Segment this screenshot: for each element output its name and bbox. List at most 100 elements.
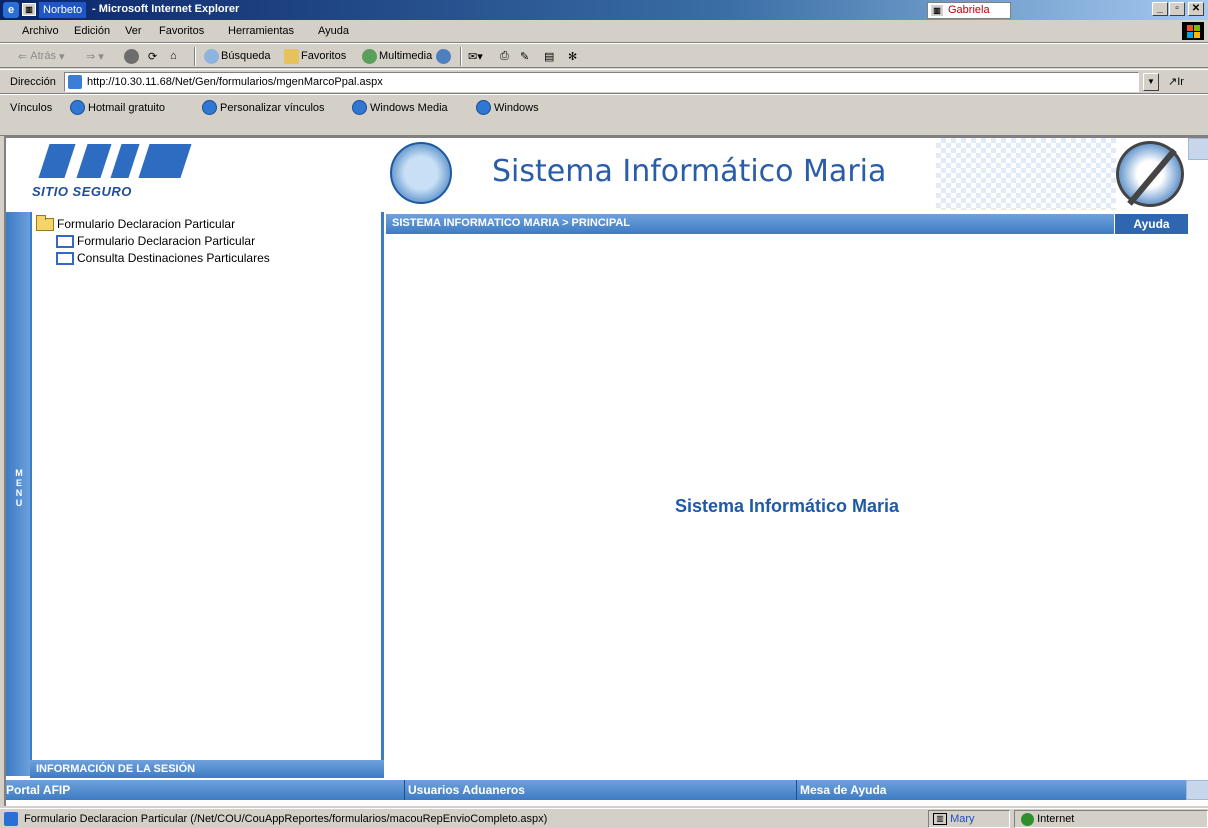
menu-strip[interactable]: M E N U — [6, 212, 30, 776]
multimedia-button[interactable]: Multimedia — [362, 48, 432, 64]
standard-toolbar: ⇐ Atrás ▾ ⇒ ▾ ⟳ ⌂ Búsqueda Favoritos Mul… — [0, 43, 1208, 68]
forward-button[interactable]: ⇒ ▾ — [86, 48, 104, 64]
favorites-icon — [284, 48, 299, 64]
link-windows-media[interactable]: Windows Media — [352, 100, 448, 115]
address-label: Dirección — [10, 76, 56, 88]
favorites-label: Favoritos — [301, 50, 347, 62]
messenger-button[interactable]: ✻ — [568, 48, 577, 64]
edit-icon: ✎ — [520, 50, 530, 63]
link-windows[interactable]: Windows — [476, 100, 539, 115]
page-icon — [68, 75, 82, 89]
back-arrow-icon: ⇐ — [18, 50, 28, 63]
footer-bar: Portal AFIP Usuarios Aduaneros Mesa de A… — [6, 780, 1208, 800]
session-info-bar[interactable]: INFORMACIÓN DE LA SESIÓN — [30, 760, 384, 778]
user-tag-icon: ▥ — [933, 813, 947, 826]
go-button[interactable]: ↗Ir — [1168, 75, 1184, 88]
banner-decoration — [936, 138, 1116, 210]
link-personalizar[interactable]: Personalizar vínculos — [202, 100, 325, 115]
status-zone-panel: Internet — [1014, 810, 1208, 828]
breadcrumb: SISTEMA INFORMATICO MARIA > PRINCIPAL — [392, 217, 631, 229]
link-windows-media-label: Windows Media — [370, 101, 448, 114]
menu-archivo[interactable]: Archivo — [22, 25, 59, 37]
right-seal-icon — [1116, 141, 1184, 207]
back-label: Atrás — [30, 50, 56, 62]
menu-edicion[interactable]: Edición — [74, 25, 110, 37]
menu-bar: Archivo Edición Ver Favoritos Herramient… — [0, 20, 1208, 43]
forward-arrow-icon: ⇒ ▾ — [86, 50, 104, 63]
links-bar: Vínculos Hotmail gratuito Personalizar v… — [0, 94, 1208, 136]
minimize-button[interactable]: _ — [1152, 2, 1168, 16]
menu-ayuda[interactable]: Ayuda — [318, 25, 349, 37]
menu-herramientas[interactable]: Herramientas — [228, 25, 294, 37]
print-button[interactable]: ⎙ — [500, 48, 509, 64]
maria-seal-icon — [390, 142, 452, 204]
mail-button[interactable]: ✉▾ — [468, 48, 483, 64]
window-tag-icon: ▥ — [22, 3, 36, 16]
refresh-button[interactable]: ⟳ — [148, 48, 157, 64]
page-frame: SITIO SEGURO Sistema Informático Maria M… — [4, 136, 1208, 806]
tree-item-consulta[interactable]: Consulta Destinaciones Particulares — [56, 251, 270, 265]
main-content: Sistema Informático Maria — [386, 234, 1188, 778]
afip-logo: SITIO SEGURO — [30, 142, 200, 202]
menu-favoritos[interactable]: Favoritos — [159, 25, 204, 37]
document-icon — [56, 234, 74, 248]
close-button[interactable]: ✕ — [1188, 2, 1204, 16]
badge-icon: ▥ — [930, 4, 944, 17]
window-title-bar: e ▥ Norbeto - Microsoft Internet Explore… — [0, 0, 1208, 20]
address-input[interactable]: http://10.30.11.68/Net/Gen/formularios/m… — [64, 72, 1139, 92]
document-icon — [56, 251, 74, 265]
scrollbar-handle[interactable] — [1188, 138, 1208, 160]
link-hotmail-label: Hotmail gratuito — [88, 101, 166, 114]
folder-open-icon — [36, 214, 54, 231]
print-icon: ⎙ — [500, 49, 509, 62]
edit-button[interactable]: ✎ — [520, 48, 529, 64]
multimedia-label: Multimedia — [379, 50, 433, 62]
address-dropdown-button[interactable]: ▼ — [1143, 73, 1159, 91]
tree-item-label: Consulta Destinaciones Particulares — [77, 251, 270, 265]
menu-letters: M E N U — [15, 468, 23, 508]
header-banner: SITIO SEGURO Sistema Informático Maria — [6, 138, 1188, 210]
ie-page-icon — [476, 100, 491, 115]
home-button[interactable]: ⌂ — [170, 48, 177, 64]
links-label: Vínculos — [10, 102, 53, 114]
favorites-button[interactable]: Favoritos — [284, 48, 346, 64]
footer-link-portal[interactable]: Portal AFIP — [6, 783, 70, 797]
restore-button[interactable]: ▫ — [1169, 2, 1185, 16]
link-hotmail[interactable]: Hotmail gratuito — [70, 100, 165, 115]
search-label: Búsqueda — [221, 50, 271, 62]
tree-root[interactable]: Formulario Declaracion Particular — [36, 214, 236, 231]
ie-page-icon — [352, 100, 367, 115]
footer-link-help-desk[interactable]: Mesa de Ayuda — [800, 783, 886, 797]
status-user-panel: ▥ Mary — [928, 810, 1010, 828]
discuss-button[interactable]: ▤ — [544, 48, 554, 64]
ie-page-icon — [70, 100, 85, 115]
logo-text: SITIO SEGURO — [32, 184, 132, 199]
right-edge — [1188, 160, 1208, 778]
globe-icon — [1021, 812, 1034, 826]
go-label: Ir — [1177, 76, 1184, 88]
discuss-icon: ▤ — [544, 50, 555, 63]
internet-explorer-icon[interactable]: e — [3, 2, 19, 18]
footer-scroll-box[interactable] — [1186, 780, 1208, 800]
windows-logo-icon — [1182, 22, 1204, 40]
link-personalizar-label: Personalizar vínculos — [220, 101, 325, 114]
tree-item-formulario[interactable]: Formulario Declaracion Particular — [56, 234, 255, 248]
footer-link-users[interactable]: Usuarios Aduaneros — [408, 783, 525, 797]
stop-button[interactable] — [124, 48, 141, 64]
tree-root-label: Formulario Declaracion Particular — [57, 217, 236, 231]
history-button[interactable] — [436, 48, 453, 64]
address-bar: Dirección http://10.30.11.68/Net/Gen/for… — [0, 69, 1208, 94]
back-button[interactable]: ⇐ Atrás ▾ — [18, 48, 65, 64]
help-button[interactable]: Ayuda — [1114, 214, 1188, 234]
status-zone: Internet — [1037, 813, 1075, 825]
status-bar: Formulario Declaracion Particular (/Net/… — [0, 808, 1208, 828]
go-arrow-icon: ↗ — [1168, 76, 1178, 88]
tree-item-label: Formulario Declaracion Particular — [77, 234, 256, 248]
refresh-icon: ⟳ — [148, 50, 158, 63]
main-title: Sistema Informático Maria — [674, 496, 900, 516]
menu-ver[interactable]: Ver — [125, 25, 142, 37]
search-button[interactable]: Búsqueda — [204, 48, 271, 64]
status-text: Formulario Declaracion Particular (/Net/… — [24, 813, 548, 825]
window-badge: ▥ Gabriela — [927, 2, 1011, 19]
search-icon — [204, 48, 219, 64]
